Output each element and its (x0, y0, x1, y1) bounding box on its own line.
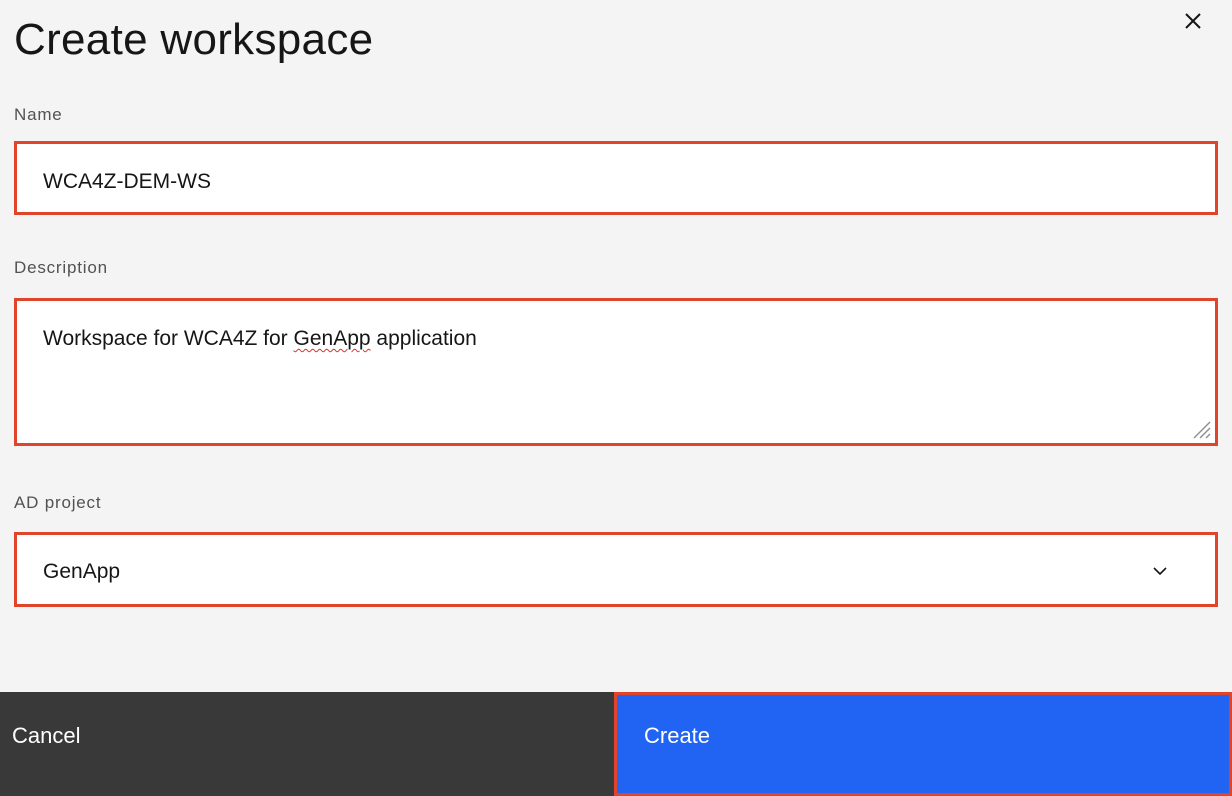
close-icon (1185, 13, 1201, 29)
close-button[interactable] (1178, 6, 1208, 36)
create-button[interactable]: Create (614, 692, 1232, 796)
dialog-title: Create workspace (14, 15, 374, 64)
name-input-value: WCA4Z-DEM-WS (43, 170, 211, 193)
ad-project-selected-value: GenApp (43, 560, 121, 583)
description-label: Description (14, 258, 108, 277)
description-textarea-value: Workspace for WCA4Z for GenApp applicati… (43, 327, 477, 350)
misspelled-word: GenApp (293, 327, 371, 350)
name-label: Name (14, 105, 63, 124)
ad-project-label: AD project (14, 493, 102, 512)
description-textarea[interactable]: Workspace for WCA4Z for GenApp applicati… (14, 298, 1218, 446)
dialog-footer: Cancel Create (0, 692, 1232, 796)
name-input[interactable]: WCA4Z-DEM-WS (14, 141, 1218, 215)
cancel-button[interactable]: Cancel (0, 692, 614, 796)
create-workspace-dialog: Create workspace Name WCA4Z-DEM-WS Descr… (0, 0, 1232, 796)
resize-handle-icon[interactable] (1189, 417, 1211, 439)
ad-project-select[interactable]: GenApp (14, 532, 1218, 607)
chevron-down-icon (1153, 567, 1167, 576)
